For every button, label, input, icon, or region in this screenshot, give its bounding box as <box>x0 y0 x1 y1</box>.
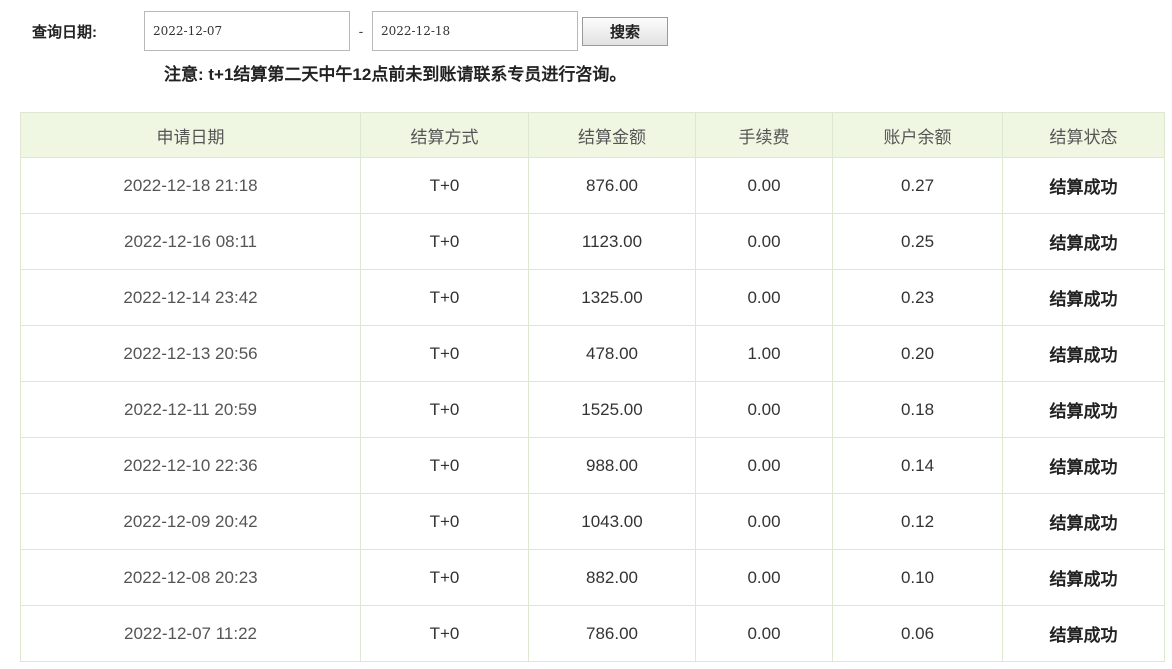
cell-settle-amount: 1123.00 <box>528 213 696 270</box>
cell-fee: 0.00 <box>695 213 833 270</box>
cell-settle-method: T+0 <box>360 493 529 550</box>
cell-apply-date: 2022-12-14 23:42 <box>20 269 361 326</box>
cell-status: 结算成功 <box>1002 269 1165 326</box>
cell-balance: 0.23 <box>832 269 1003 326</box>
table-row: 2022-12-07 11:22 T+0 786.00 0.00 0.06 结算… <box>20 605 1165 662</box>
cell-settle-amount: 882.00 <box>528 549 696 606</box>
table-row: 2022-12-09 20:42 T+0 1043.00 0.00 0.12 结… <box>20 493 1165 550</box>
cell-settle-method: T+0 <box>360 437 529 494</box>
cell-settle-amount: 1525.00 <box>528 381 696 438</box>
table-row: 2022-12-10 22:36 T+0 988.00 0.00 0.14 结算… <box>20 437 1165 494</box>
cell-settle-method: T+0 <box>360 605 529 662</box>
cell-apply-date: 2022-12-13 20:56 <box>20 325 361 382</box>
cell-status: 结算成功 <box>1002 213 1165 270</box>
cell-balance: 0.20 <box>832 325 1003 382</box>
cell-apply-date: 2022-12-07 11:22 <box>20 605 361 662</box>
cell-fee: 0.00 <box>695 157 833 214</box>
cell-apply-date: 2022-12-08 20:23 <box>20 549 361 606</box>
cell-fee: 0.00 <box>695 437 833 494</box>
cell-apply-date: 2022-12-18 21:18 <box>20 157 361 214</box>
settlement-query-page: 查询日期: - 搜索 注意: t+1结算第二天中午12点前未到账请联系专员进行咨… <box>0 0 1172 669</box>
cell-apply-date: 2022-12-10 22:36 <box>20 437 361 494</box>
cell-settle-amount: 876.00 <box>528 157 696 214</box>
query-date-label: 查询日期: <box>32 23 97 41</box>
notice-text: 注意: t+1结算第二天中午12点前未到账请联系专员进行咨询。 <box>164 65 627 84</box>
cell-settle-method: T+0 <box>360 157 529 214</box>
cell-fee: 0.00 <box>695 493 833 550</box>
cell-fee: 1.00 <box>695 325 833 382</box>
settlement-table-wrap: 申请日期 结算方式 结算金额 手续费 账户余额 结算状态 2022-12-18 … <box>20 112 1165 662</box>
cell-fee: 0.00 <box>695 269 833 326</box>
table-header-row: 申请日期 结算方式 结算金额 手续费 账户余额 结算状态 <box>20 112 1165 158</box>
header-settle-method: 结算方式 <box>360 112 529 158</box>
cell-settle-method: T+0 <box>360 325 529 382</box>
cell-apply-date: 2022-12-11 20:59 <box>20 381 361 438</box>
cell-settle-method: T+0 <box>360 269 529 326</box>
cell-fee: 0.00 <box>695 381 833 438</box>
cell-apply-date: 2022-12-16 08:11 <box>20 213 361 270</box>
date-separator: - <box>358 23 364 39</box>
cell-balance: 0.10 <box>832 549 1003 606</box>
cell-balance: 0.25 <box>832 213 1003 270</box>
cell-settle-amount: 786.00 <box>528 605 696 662</box>
cell-status: 结算成功 <box>1002 493 1165 550</box>
table-row: 2022-12-08 20:23 T+0 882.00 0.00 0.10 结算… <box>20 549 1165 606</box>
cell-apply-date: 2022-12-09 20:42 <box>20 493 361 550</box>
table-row: 2022-12-13 20:56 T+0 478.00 1.00 0.20 结算… <box>20 325 1165 382</box>
header-balance: 账户余额 <box>832 112 1003 158</box>
header-apply-date: 申请日期 <box>20 112 361 158</box>
cell-status: 结算成功 <box>1002 549 1165 606</box>
cell-status: 结算成功 <box>1002 437 1165 494</box>
table-row: 2022-12-14 23:42 T+0 1325.00 0.00 0.23 结… <box>20 269 1165 326</box>
cell-balance: 0.18 <box>832 381 1003 438</box>
cell-settle-amount: 478.00 <box>528 325 696 382</box>
cell-status: 结算成功 <box>1002 157 1165 214</box>
table-row: 2022-12-16 08:11 T+0 1123.00 0.00 0.25 结… <box>20 213 1165 270</box>
cell-settle-method: T+0 <box>360 381 529 438</box>
settlement-table: 申请日期 结算方式 结算金额 手续费 账户余额 结算状态 2022-12-18 … <box>20 112 1165 662</box>
cell-balance: 0.12 <box>832 493 1003 550</box>
header-settle-amount: 结算金额 <box>528 112 696 158</box>
cell-settle-amount: 1325.00 <box>528 269 696 326</box>
table-row: 2022-12-11 20:59 T+0 1525.00 0.00 0.18 结… <box>20 381 1165 438</box>
cell-status: 结算成功 <box>1002 605 1165 662</box>
header-fee: 手续费 <box>695 112 833 158</box>
end-date-input[interactable] <box>372 11 578 51</box>
cell-status: 结算成功 <box>1002 325 1165 382</box>
cell-fee: 0.00 <box>695 549 833 606</box>
cell-status: 结算成功 <box>1002 381 1165 438</box>
cell-balance: 0.06 <box>832 605 1003 662</box>
cell-balance: 0.14 <box>832 437 1003 494</box>
cell-settle-amount: 988.00 <box>528 437 696 494</box>
start-date-input[interactable] <box>144 11 350 51</box>
cell-settle-method: T+0 <box>360 549 529 606</box>
cell-balance: 0.27 <box>832 157 1003 214</box>
cell-settle-method: T+0 <box>360 213 529 270</box>
query-bar: 查询日期: - 搜索 <box>32 10 668 52</box>
search-button[interactable]: 搜索 <box>582 16 668 46</box>
cell-fee: 0.00 <box>695 605 833 662</box>
table-row: 2022-12-18 21:18 T+0 876.00 0.00 0.27 结算… <box>20 157 1165 214</box>
cell-settle-amount: 1043.00 <box>528 493 696 550</box>
header-status: 结算状态 <box>1002 112 1165 158</box>
